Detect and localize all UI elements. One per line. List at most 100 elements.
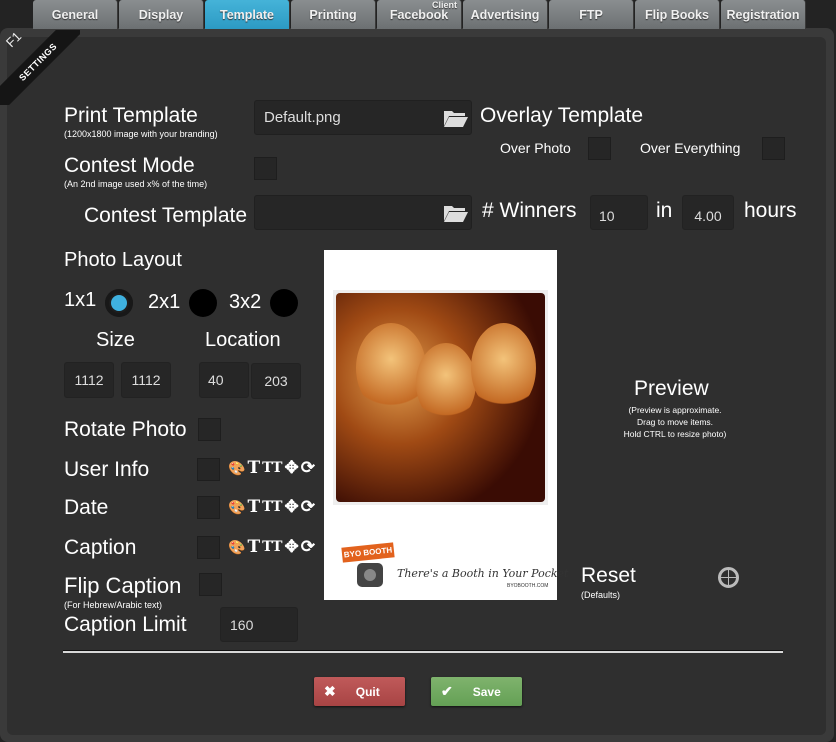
font-size-icon[interactable]: TT: [262, 499, 282, 515]
print-template-hint: (1200x1800 image with your branding): [64, 129, 218, 139]
caption-label: Caption: [64, 536, 137, 559]
hours-label: hours: [744, 199, 797, 222]
over-photo-label: Over Photo: [500, 140, 571, 156]
winners-label: # Winners: [482, 199, 577, 222]
print-template-value: Default.png: [264, 109, 341, 126]
size-height-input[interactable]: 1112: [121, 362, 171, 398]
ribbon-hotkey: F1: [2, 30, 25, 51]
caption-limit-label: Caption Limit: [64, 613, 187, 636]
tab-printing[interactable]: Printing: [291, 0, 376, 29]
quit-label: Quit: [355, 684, 380, 699]
brand-badge: BYO BOOTH: [341, 542, 395, 563]
user-info-tools: 🎨 T TT ✥ ⟳: [228, 458, 315, 478]
divider: [63, 650, 783, 653]
tab-flip-books[interactable]: Flip Books: [635, 0, 720, 29]
layout-1x1-label: 1x1: [64, 289, 97, 311]
font-icon[interactable]: T: [247, 537, 260, 557]
tab-label: Printing: [309, 7, 357, 22]
print-template-label: Print Template: [64, 104, 198, 127]
folder-open-icon[interactable]: [443, 108, 469, 128]
contest-template-label: Contest Template: [84, 204, 248, 227]
tab-ftp[interactable]: FTP: [549, 0, 634, 29]
date-checkbox[interactable]: [197, 496, 220, 519]
location-x-input[interactable]: 40: [199, 362, 249, 398]
user-info-label: User Info: [64, 458, 150, 481]
preview-note: (Preview is approximate. Drag to move it…: [600, 404, 750, 440]
layout-2x1-label: 2x1: [148, 291, 181, 313]
tab-registration[interactable]: Registration: [721, 0, 806, 29]
contest-template-field[interactable]: [254, 195, 472, 230]
layout-2x1-radio[interactable]: [189, 289, 217, 317]
font-size-icon[interactable]: TT: [262, 460, 282, 476]
palette-icon[interactable]: 🎨: [228, 539, 245, 556]
font-size-icon[interactable]: TT: [262, 539, 282, 555]
tab-facebook[interactable]: Client Facebook: [377, 0, 462, 29]
reset-hint: (Defaults): [581, 590, 621, 600]
preview-note-line: Hold CTRL to resize photo): [623, 429, 727, 439]
rotate-icon[interactable]: ⟳: [301, 458, 315, 478]
location-y-input[interactable]: 203: [251, 363, 301, 399]
camera-icon: [357, 563, 383, 587]
layout-1x1-radio[interactable]: [105, 289, 133, 317]
tab-label: Template: [220, 7, 274, 22]
winners-count-input[interactable]: 10: [590, 195, 648, 230]
caption-checkbox[interactable]: [197, 536, 220, 559]
tab-label: Display: [138, 7, 184, 22]
location-label: Location: [205, 329, 281, 351]
date-tools: 🎨 T TT ✥ ⟳: [228, 497, 315, 517]
branding-overlay: BYO BOOTH There's a Booth in Your Pocket…: [341, 542, 568, 595]
overlay-template-label: Overlay Template: [480, 104, 644, 127]
font-icon[interactable]: T: [247, 458, 260, 478]
reset-label[interactable]: Reset: [581, 564, 636, 588]
quit-button[interactable]: ✖ Quit: [314, 677, 405, 706]
rotate-icon[interactable]: ⟳: [301, 497, 315, 517]
settings-ribbon: F1 SETTINGS: [0, 30, 80, 105]
save-button[interactable]: ✔ Save: [431, 677, 522, 706]
size-width-input[interactable]: 1112: [64, 362, 114, 398]
date-label: Date: [64, 496, 109, 519]
user-info-checkbox[interactable]: [197, 458, 220, 481]
preview-note-line: Drag to move items.: [636, 417, 714, 427]
tab-advertising[interactable]: Advertising: [463, 0, 548, 29]
layout-3x2-radio[interactable]: [270, 289, 298, 317]
rotate-photo-label: Rotate Photo: [64, 418, 187, 441]
template-preview-canvas[interactable]: BYO BOOTH There's a Booth in Your Pocket…: [324, 250, 568, 600]
caption-tools: 🎨 T TT ✥ ⟳: [228, 537, 315, 557]
tab-superscript: Client: [431, 0, 457, 10]
photo-image: [336, 293, 545, 502]
tab-template[interactable]: Template: [205, 0, 290, 29]
contest-mode-checkbox[interactable]: [254, 157, 277, 180]
folder-open-icon[interactable]: [443, 203, 469, 223]
flip-caption-checkbox[interactable]: [199, 573, 222, 596]
close-icon: ✖: [324, 683, 336, 699]
flip-caption-hint: (For Hebrew/Arabic text): [64, 600, 163, 610]
tab-general[interactable]: General: [33, 0, 118, 29]
contest-mode-label: Contest Mode: [64, 154, 195, 177]
contest-mode-hint: (An 2nd image used x% of the time): [64, 179, 208, 189]
over-photo-checkbox[interactable]: [588, 137, 611, 160]
move-icon[interactable]: ✥: [284, 458, 298, 478]
rotate-icon[interactable]: ⟳: [301, 537, 315, 557]
move-icon[interactable]: ✥: [284, 537, 298, 557]
move-icon[interactable]: ✥: [284, 497, 298, 517]
rotate-photo-checkbox[interactable]: [198, 418, 221, 441]
palette-icon[interactable]: 🎨: [228, 460, 245, 477]
print-template-field[interactable]: Default.png: [254, 100, 472, 135]
flip-caption-label: Flip Caption: [64, 573, 182, 598]
tab-label: General: [51, 7, 99, 22]
brand-site: BYOBOOTH.COM: [507, 583, 549, 589]
winners-hours-input[interactable]: 4.00: [682, 195, 734, 230]
caption-limit-input[interactable]: 160: [220, 607, 298, 642]
layout-3x2-label: 3x2: [229, 291, 262, 313]
over-everything-label: Over Everything: [640, 140, 741, 156]
tab-label: FTP: [579, 7, 603, 22]
preview-photo[interactable]: [333, 290, 548, 505]
preview-note-line: (Preview is approximate.: [628, 405, 722, 415]
over-everything-checkbox[interactable]: [762, 137, 785, 160]
crosshair-icon[interactable]: [718, 567, 739, 588]
tab-label: Registration: [726, 7, 800, 22]
tab-display[interactable]: Display: [119, 0, 204, 29]
palette-icon[interactable]: 🎨: [228, 499, 245, 516]
font-icon[interactable]: T: [247, 497, 260, 517]
save-label: Save: [472, 684, 501, 699]
